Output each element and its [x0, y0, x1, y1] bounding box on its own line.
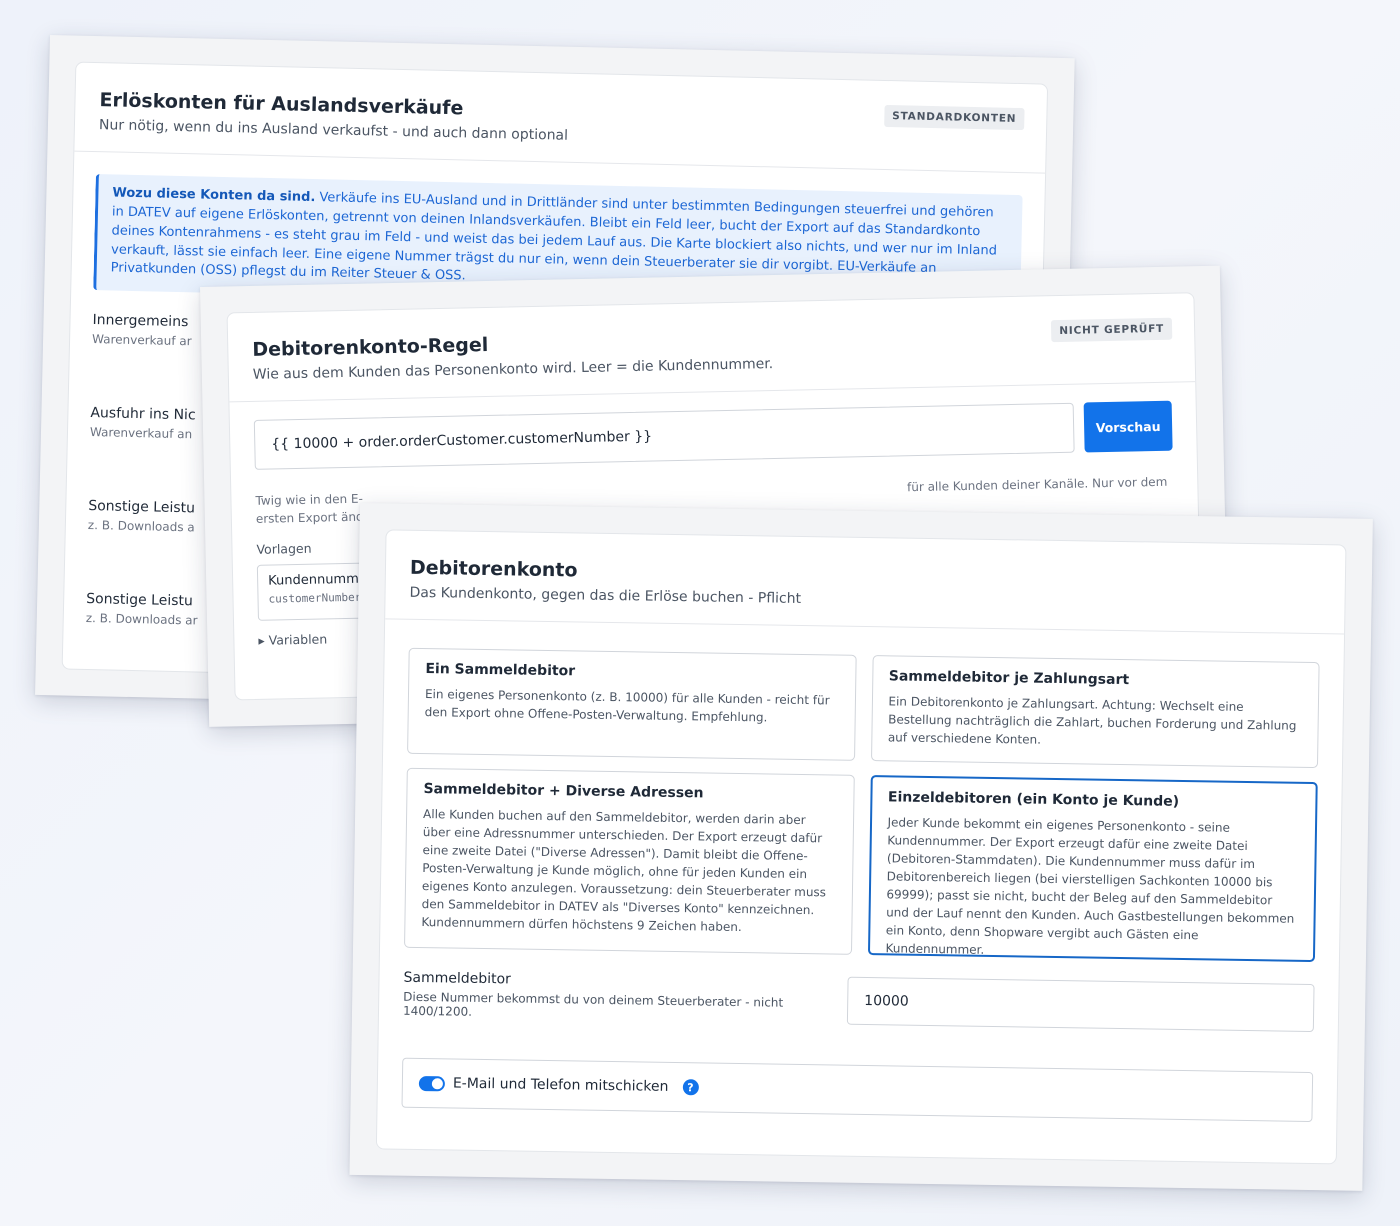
- option-description: Ein eigenes Personenkonto (z. B. 10000) …: [424, 687, 830, 725]
- contact-toggle-switch[interactable]: [418, 1075, 446, 1091]
- info-box-heading: Wozu diese Konten da sind.: [112, 185, 316, 206]
- option-collective-per-payment[interactable]: Sammeldebitor je Zahlungsart Ein Debitor…: [870, 655, 1320, 769]
- option-title: Ein Sammeldebitor: [425, 661, 576, 680]
- option-description: Alle Kunden buchen auf den Sammeldebitor…: [421, 807, 827, 935]
- status-badge: STANDARDKONTEN: [883, 104, 1025, 131]
- option-title: Einzeldebitoren (ein Konto je Kunde): [887, 789, 1180, 810]
- rule-help-line-start: Twig wie in den E-: [255, 491, 363, 508]
- debtor-account-card: Debitorenkonto Das Kundenkonto, gegen da…: [375, 529, 1347, 1165]
- debtor-account-sheet: Debitorenkonto Das Kundenkonto, gegen da…: [349, 503, 1373, 1191]
- foreign-accounts-header: Erlöskonten für Auslandsverkäufe Nur nöt…: [74, 62, 1048, 174]
- info-box-text: Verkäufe ins EU-Ausland und in Drittländ…: [110, 190, 998, 284]
- option-individual-debtors[interactable]: Einzeldebitoren (ein Konto je Kunde) Jed…: [867, 775, 1318, 963]
- option-title: Sammeldebitor je Zahlungsart: [888, 668, 1130, 689]
- preview-button[interactable]: Vorschau: [1083, 400, 1173, 453]
- help-icon[interactable]: ?: [682, 1079, 699, 1096]
- option-description: Ein Debitorenkonto je Zahlungsart. Achtu…: [887, 694, 1297, 747]
- option-single-collective-debtor[interactable]: Ein Sammeldebitor Ein eigenes Personenko…: [407, 647, 857, 761]
- contact-toggle-label: E-Mail und Telefon mitschicken: [452, 1075, 669, 1095]
- status-badge: NICHT GEPRÜFT: [1051, 317, 1173, 343]
- field-label-group: Sammeldebitor Diese Nummer bekommst du v…: [403, 970, 832, 1025]
- option-title: Sammeldebitor + Diverse Adressen: [423, 781, 704, 802]
- debtor-mode-options: Ein Sammeldebitor Ein eigenes Personenko…: [380, 619, 1344, 963]
- field-description: Diese Nummer bekommst du von deinem Steu…: [402, 989, 784, 1019]
- option-collective-diverse-addresses[interactable]: Sammeldebitor + Diverse Adressen Alle Ku…: [404, 767, 855, 955]
- field-label: Sammeldebitor: [403, 969, 512, 988]
- collective-debtor-input[interactable]: 10000: [846, 976, 1315, 1033]
- option-description: Jeder Kunde bekommt ein eigenes Personen…: [885, 815, 1295, 957]
- debtor-account-header: Debitorenkonto Das Kundenkonto, gegen da…: [385, 530, 1346, 635]
- contact-toggle-row: E-Mail und Telefon mitschicken ?: [401, 1057, 1314, 1123]
